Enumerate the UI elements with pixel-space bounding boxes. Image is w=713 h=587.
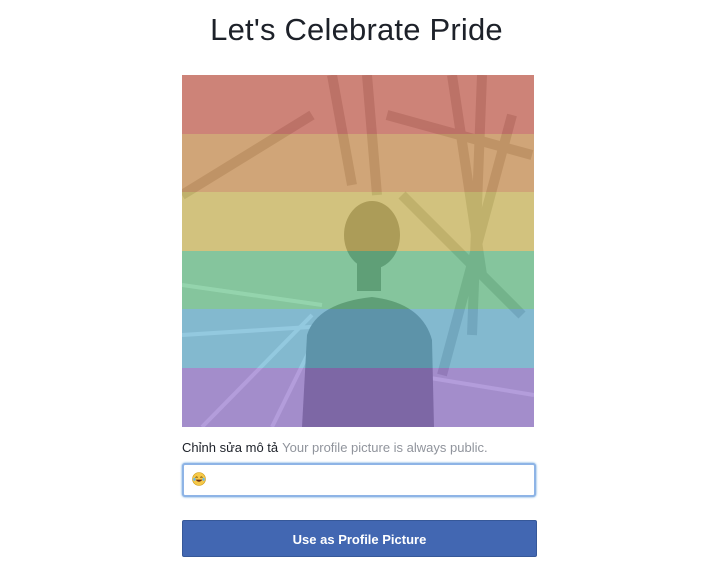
profile-photo-preview: [182, 75, 534, 427]
description-input[interactable]: [182, 463, 536, 497]
photo-with-rainbow-overlay: [182, 75, 534, 427]
tears-of-joy-emoji-icon: [192, 472, 206, 486]
use-as-profile-picture-button[interactable]: Use as Profile Picture: [182, 520, 537, 557]
page-title: Let's Celebrate Pride: [210, 12, 503, 47]
privacy-note: Your profile picture is always public.: [282, 440, 488, 455]
edit-description-link[interactable]: Chỉnh sửa mô tả: [182, 440, 278, 455]
profile-frame-page: Let's Celebrate Pride Chỉnh sửa mô tả Yo…: [0, 0, 713, 587]
caption-row: Chỉnh sửa mô tả Your profile picture is a…: [182, 440, 582, 456]
